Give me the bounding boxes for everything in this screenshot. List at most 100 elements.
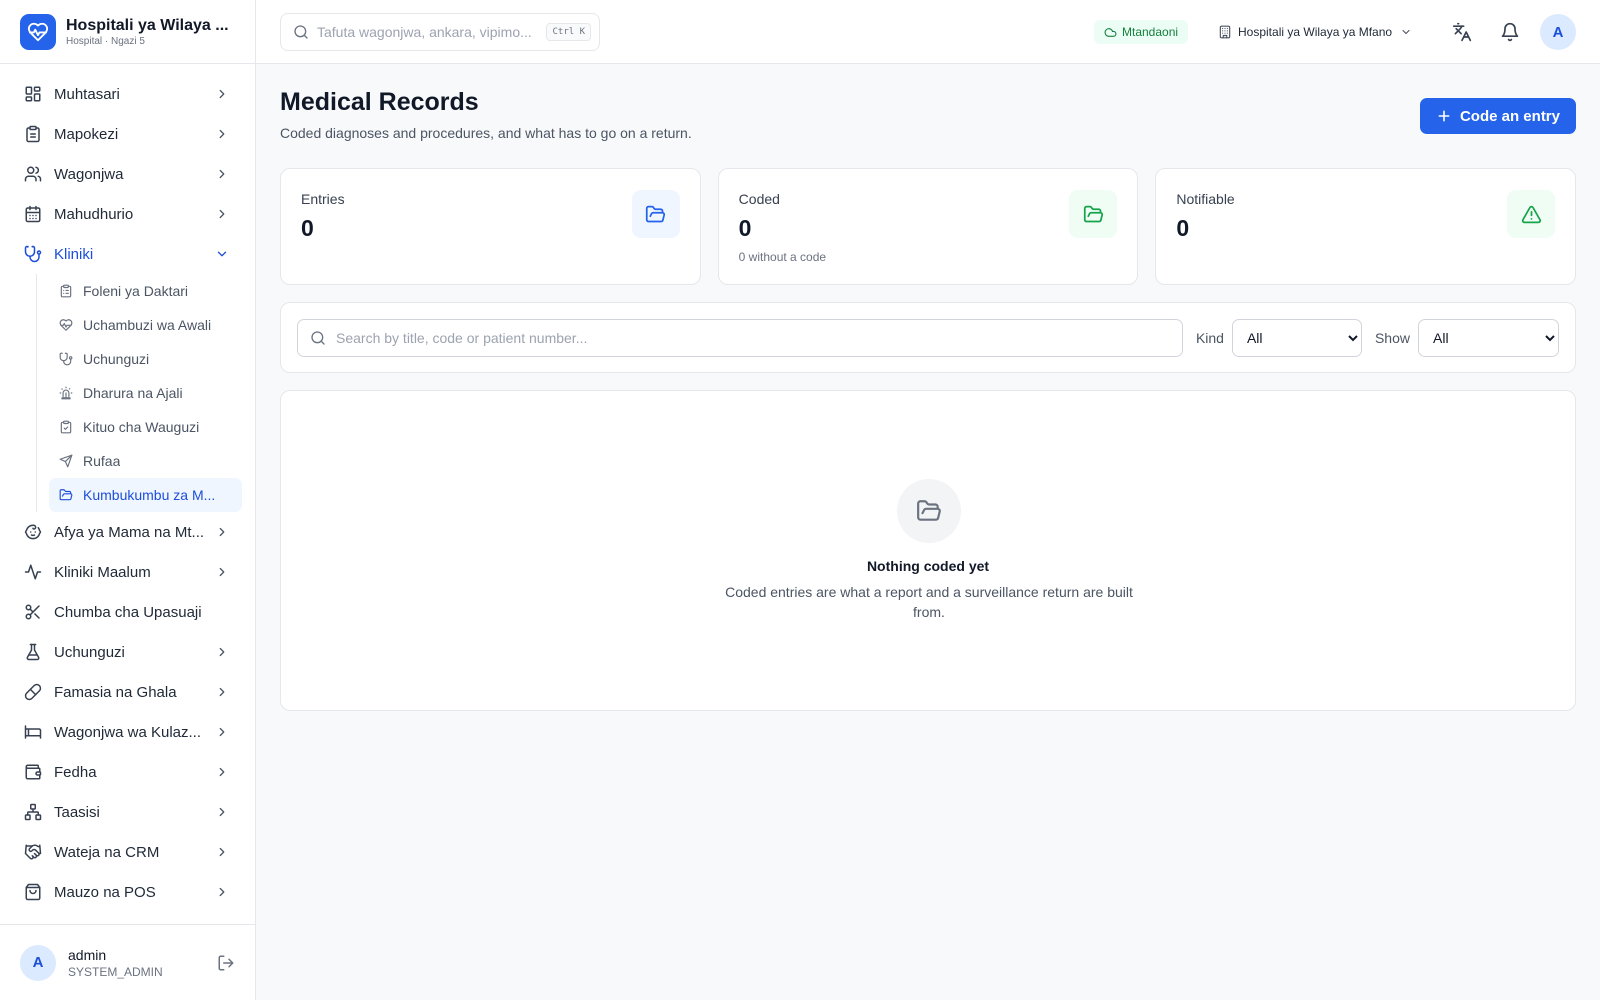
avatar[interactable]: A <box>20 944 56 981</box>
sidebar-item-kliniki[interactable]: Kliniki <box>0 234 255 274</box>
stat-card-notifiable: Notifiable 0 <box>1155 168 1577 285</box>
chevron-down-icon <box>1402 29 1410 35</box>
building-icon <box>1219 25 1231 39</box>
kind-label: Kind <box>1195 329 1224 346</box>
kind-select[interactable]: All <box>1231 318 1362 357</box>
sidebar-item-crm[interactable]: Wateja na CRM <box>0 832 255 872</box>
chevron-right-icon <box>219 687 225 697</box>
brand[interactable]: Hospitali ya Wilaya ... Hospital · Ngazi… <box>0 0 255 64</box>
avatar[interactable]: A <box>1540 14 1576 50</box>
subnav-item-label: Kituo cha Wauguzi <box>83 419 200 435</box>
show-label: Show <box>1374 329 1410 346</box>
clipboard-list-icon <box>60 284 72 298</box>
sidebar-item-label: Wagonjwa <box>54 165 124 183</box>
search-icon <box>294 25 308 39</box>
folder-open-icon <box>631 190 680 238</box>
stethoscope-icon <box>24 245 42 263</box>
records-search[interactable] <box>297 318 1183 357</box>
sidebar-item-kulazwa[interactable]: Wagonjwa wa Kulaz... <box>0 712 255 752</box>
sidebar-item-label: Wagonjwa wa Kulaz... <box>54 723 202 741</box>
stat-value: 0 <box>301 215 314 241</box>
subnav-item-label: Dharura na Ajali <box>83 385 183 401</box>
chevron-right-icon <box>219 887 225 897</box>
subnav-item-label: Uchambuzi wa Awali <box>83 317 212 333</box>
bed-icon <box>24 725 42 739</box>
calendar-icon <box>25 205 41 223</box>
bell-icon[interactable] <box>1500 22 1520 42</box>
stat-value: 0 <box>1176 215 1190 241</box>
sidebar-item-kliniki-maalum[interactable]: Kliniki Maalum <box>0 552 255 592</box>
chevron-right-icon <box>219 567 225 577</box>
global-search[interactable]: Ctrl K <box>280 13 600 51</box>
translate-icon[interactable] <box>1452 22 1472 42</box>
sidebar-item-mahudhurio[interactable]: Mahudhurio <box>0 194 255 234</box>
sidebar-item-wagonjwa[interactable]: Wagonjwa <box>0 154 255 194</box>
subnav-item-uchunguzi[interactable]: Uchunguzi <box>49 342 242 376</box>
code-entry-button[interactable]: Code an entry <box>1419 98 1576 134</box>
code-entry-label: Code an entry <box>1459 107 1560 125</box>
stat-label: Notifiable <box>1176 191 1235 207</box>
sidebar-item-label: Kliniki <box>54 245 94 263</box>
subnav-item-foleni[interactable]: Foleni ya Daktari <box>49 274 242 308</box>
chevron-right-icon <box>219 647 225 657</box>
subnav-item-label: Rufaa <box>83 453 121 469</box>
subnav-item-rufaa[interactable]: Rufaa <box>49 444 242 478</box>
heart-logo-icon <box>20 13 56 50</box>
sidebar: Hospitali ya Wilaya ... Hospital · Ngazi… <box>0 0 256 1000</box>
baby-icon <box>24 524 42 540</box>
user-panel: A admin SYSTEM_ADMIN <box>0 924 255 1000</box>
subnav-item-dharura[interactable]: Dharura na Ajali <box>49 376 242 410</box>
cloud-icon <box>1104 27 1117 37</box>
chevron-right-icon <box>219 209 225 219</box>
heart-pulse-icon <box>59 319 73 331</box>
plus-icon <box>1438 110 1450 122</box>
empty-text: Coded entries are what a report and a su… <box>725 584 1133 620</box>
page-subtitle: Coded diagnoses and procedures, and what… <box>280 125 692 141</box>
network-icon <box>24 803 42 821</box>
shopping-bag-icon <box>25 883 41 901</box>
activity-icon <box>24 564 42 580</box>
users-icon <box>24 166 42 182</box>
pill-icon <box>24 683 42 701</box>
sidebar-item-label: Kliniki Maalum <box>54 563 151 581</box>
sidebar-item-muhtasari[interactable]: Muhtasari <box>0 74 255 114</box>
sidebar-item-fedha[interactable]: Fedha <box>0 752 255 792</box>
search-icon <box>311 330 325 345</box>
sidebar-item-label: Uchunguzi <box>54 643 125 661</box>
sidebar-item-mauzo[interactable]: Mauzo na POS <box>0 872 255 912</box>
sidebar-nav: Muhtasari Mapokezi Wagonjwa Mahudhurio K… <box>0 64 255 912</box>
chevron-right-icon <box>219 169 225 179</box>
status-text: Mtandaoni <box>1122 25 1179 39</box>
sidebar-item-mapokezi[interactable]: Mapokezi <box>0 114 255 154</box>
subnav-item-label: Uchunguzi <box>83 351 150 367</box>
facility-switcher[interactable]: Hospitali ya Wilaya ya Mfano <box>1218 20 1412 44</box>
sidebar-item-upasuaji[interactable]: Chumba cha Upasuaji <box>0 592 255 632</box>
send-icon <box>59 454 73 468</box>
sidebar-item-afya-mama[interactable]: Afya ya Mama na Mt... <box>0 512 255 552</box>
global-search-input[interactable] <box>317 24 547 40</box>
records-search-input[interactable] <box>336 329 1170 346</box>
shortcut-hint: Ctrl K <box>546 23 591 41</box>
sidebar-item-taasisi[interactable]: Taasisi <box>0 792 255 832</box>
sidebar-item-label: Famasia na Ghala <box>54 683 177 701</box>
user-name: admin <box>68 946 107 963</box>
subnav-item-wauguzi[interactable]: Kituo cha Wauguzi <box>49 410 242 444</box>
sidebar-item-label: Wateja na CRM <box>54 843 160 861</box>
sidebar-item-famasia[interactable]: Famasia na Ghala <box>0 672 255 712</box>
filter-bar: Kind All Show All <box>280 302 1576 373</box>
stat-card-coded: Coded 0 0 without a code <box>717 168 1139 285</box>
wallet-icon <box>25 764 42 780</box>
sidebar-item-label: Mapokezi <box>54 125 119 143</box>
logout-icon[interactable] <box>217 954 235 972</box>
siren-icon <box>59 386 73 400</box>
folder-open-icon <box>897 479 961 543</box>
brand-subtitle: Hospital · Ngazi 5 <box>66 35 145 47</box>
show-select[interactable]: All <box>1418 318 1559 357</box>
sidebar-item-label: Chumba cha Upasuaji <box>54 603 202 621</box>
subnav-item-uchambuzi[interactable]: Uchambuzi wa Awali <box>49 308 242 342</box>
user-role: SYSTEM_ADMIN <box>68 964 163 979</box>
kliniki-subnav: Foleni ya Daktari Uchambuzi wa Awali Uch… <box>36 274 242 512</box>
subnav-item-label: Foleni ya Daktari <box>83 283 189 299</box>
subnav-item-kumbukumbu[interactable]: Kumbukumbu za M... <box>49 478 242 512</box>
sidebar-item-uchunguzi[interactable]: Uchunguzi <box>0 632 255 672</box>
